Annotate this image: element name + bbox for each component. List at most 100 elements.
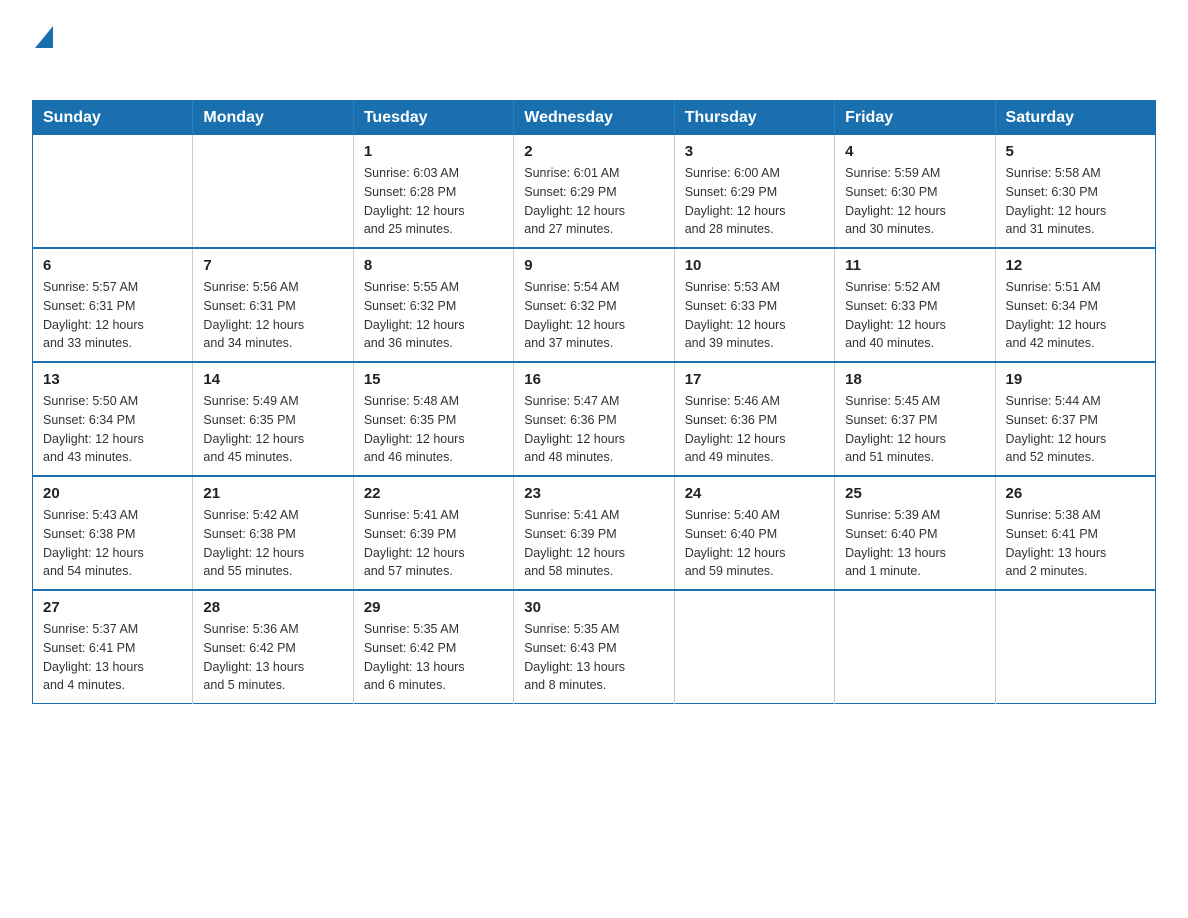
day-info: Sunrise: 6:01 AM Sunset: 6:29 PM Dayligh… bbox=[524, 164, 663, 239]
day-info: Sunrise: 5:52 AM Sunset: 6:33 PM Dayligh… bbox=[845, 278, 984, 353]
day-number: 27 bbox=[43, 599, 182, 616]
day-info: Sunrise: 5:38 AM Sunset: 6:41 PM Dayligh… bbox=[1006, 506, 1145, 581]
calendar-cell bbox=[674, 590, 834, 704]
calendar-cell: 14 Sunrise: 5:49 AM Sunset: 6:35 PM Dayli… bbox=[193, 362, 353, 476]
calendar-cell: 2 Sunrise: 6:01 AM Sunset: 6:29 PM Daylig… bbox=[514, 135, 674, 248]
day-info: Sunrise: 5:41 AM Sunset: 6:39 PM Dayligh… bbox=[364, 506, 503, 581]
calendar-week-5: 27 Sunrise: 5:37 AM Sunset: 6:41 PM Dayli… bbox=[33, 590, 1156, 704]
day-info: Sunrise: 5:49 AM Sunset: 6:35 PM Dayligh… bbox=[203, 392, 342, 467]
calendar-week-4: 20Sunrise: 5:43 AM Sunset: 6:38 PM Dayli… bbox=[33, 476, 1156, 590]
day-number: 25 bbox=[845, 485, 984, 502]
calendar-body: 1 Sunrise: 6:03 AM Sunset: 6:28 PM Daylig… bbox=[33, 135, 1156, 704]
calendar-cell: 26Sunrise: 5:38 AM Sunset: 6:41 PM Dayli… bbox=[995, 476, 1155, 590]
day-number: 14 bbox=[203, 371, 342, 388]
calendar-cell: 30Sunrise: 5:35 AM Sunset: 6:43 PM Dayli… bbox=[514, 590, 674, 704]
day-number: 23 bbox=[524, 485, 663, 502]
logo-row2 bbox=[34, 53, 53, 84]
calendar-week-1: 1 Sunrise: 6:03 AM Sunset: 6:28 PM Daylig… bbox=[33, 135, 1156, 248]
header-day-sunday: Sunday bbox=[33, 101, 193, 136]
day-info: Sunrise: 5:44 AM Sunset: 6:37 PM Dayligh… bbox=[1006, 392, 1145, 467]
day-number: 18 bbox=[845, 371, 984, 388]
header-day-thursday: Thursday bbox=[674, 101, 834, 136]
day-info: Sunrise: 6:00 AM Sunset: 6:29 PM Dayligh… bbox=[685, 164, 824, 239]
day-number: 21 bbox=[203, 485, 342, 502]
day-number: 15 bbox=[364, 371, 503, 388]
day-number: 17 bbox=[685, 371, 824, 388]
day-number: 4 bbox=[845, 143, 984, 160]
calendar-cell: 13 Sunrise: 5:50 AM Sunset: 6:34 PM Dayli… bbox=[33, 362, 193, 476]
day-info: Sunrise: 5:40 AM Sunset: 6:40 PM Dayligh… bbox=[685, 506, 824, 581]
day-number: 3 bbox=[685, 143, 824, 160]
calendar-cell: 25 Sunrise: 5:39 AM Sunset: 6:40 PM Dayli… bbox=[835, 476, 995, 590]
day-info: Sunrise: 5:59 AM Sunset: 6:30 PM Dayligh… bbox=[845, 164, 984, 239]
day-number: 24 bbox=[685, 485, 824, 502]
calendar-cell bbox=[193, 135, 353, 248]
logo-row1 bbox=[32, 24, 53, 53]
calendar-cell: 4 Sunrise: 5:59 AM Sunset: 6:30 PM Daylig… bbox=[835, 135, 995, 248]
calendar-cell: 17 Sunrise: 5:46 AM Sunset: 6:36 PM Dayli… bbox=[674, 362, 834, 476]
calendar-cell: 19 Sunrise: 5:44 AM Sunset: 6:37 PM Dayli… bbox=[995, 362, 1155, 476]
calendar-cell: 8 Sunrise: 5:55 AM Sunset: 6:32 PM Daylig… bbox=[353, 248, 513, 362]
calendar-cell: 23 Sunrise: 5:41 AM Sunset: 6:39 PM Dayli… bbox=[514, 476, 674, 590]
day-info: Sunrise: 5:56 AM Sunset: 6:31 PM Dayligh… bbox=[203, 278, 342, 353]
calendar-cell: 6Sunrise: 5:57 AM Sunset: 6:31 PM Daylig… bbox=[33, 248, 193, 362]
day-info: Sunrise: 5:50 AM Sunset: 6:34 PM Dayligh… bbox=[43, 392, 182, 467]
day-info: Sunrise: 5:51 AM Sunset: 6:34 PM Dayligh… bbox=[1006, 278, 1145, 353]
calendar-cell: 12 Sunrise: 5:51 AM Sunset: 6:34 PM Dayli… bbox=[995, 248, 1155, 362]
day-info: Sunrise: 5:58 AM Sunset: 6:30 PM Dayligh… bbox=[1006, 164, 1145, 239]
day-number: 11 bbox=[845, 257, 984, 274]
day-number: 1 bbox=[364, 143, 503, 160]
day-number: 5 bbox=[1006, 143, 1145, 160]
day-number: 7 bbox=[203, 257, 342, 274]
day-number: 2 bbox=[524, 143, 663, 160]
day-info: Sunrise: 5:48 AM Sunset: 6:35 PM Dayligh… bbox=[364, 392, 503, 467]
day-number: 12 bbox=[1006, 257, 1145, 274]
header-day-friday: Friday bbox=[835, 101, 995, 136]
calendar-cell: 16Sunrise: 5:47 AM Sunset: 6:36 PM Dayli… bbox=[514, 362, 674, 476]
day-info: Sunrise: 5:43 AM Sunset: 6:38 PM Dayligh… bbox=[43, 506, 182, 581]
calendar-cell: 11 Sunrise: 5:52 AM Sunset: 6:33 PM Dayli… bbox=[835, 248, 995, 362]
calendar-cell: 28 Sunrise: 5:36 AM Sunset: 6:42 PM Dayli… bbox=[193, 590, 353, 704]
calendar-header: SundayMondayTuesdayWednesdayThursdayFrid… bbox=[33, 101, 1156, 136]
day-number: 8 bbox=[364, 257, 503, 274]
day-info: Sunrise: 5:39 AM Sunset: 6:40 PM Dayligh… bbox=[845, 506, 984, 581]
day-info: Sunrise: 5:42 AM Sunset: 6:38 PM Dayligh… bbox=[203, 506, 342, 581]
day-info: Sunrise: 5:46 AM Sunset: 6:36 PM Dayligh… bbox=[685, 392, 824, 467]
calendar-cell: 7 Sunrise: 5:56 AM Sunset: 6:31 PM Daylig… bbox=[193, 248, 353, 362]
calendar-header-row: SundayMondayTuesdayWednesdayThursdayFrid… bbox=[33, 101, 1156, 136]
calendar-cell: 21 Sunrise: 5:42 AM Sunset: 6:38 PM Dayli… bbox=[193, 476, 353, 590]
calendar-cell: 9 Sunrise: 5:54 AM Sunset: 6:32 PM Daylig… bbox=[514, 248, 674, 362]
header-day-saturday: Saturday bbox=[995, 101, 1155, 136]
day-info: Sunrise: 5:36 AM Sunset: 6:42 PM Dayligh… bbox=[203, 620, 342, 695]
day-number: 29 bbox=[364, 599, 503, 616]
day-number: 19 bbox=[1006, 371, 1145, 388]
day-info: Sunrise: 5:47 AM Sunset: 6:36 PM Dayligh… bbox=[524, 392, 663, 467]
calendar-cell: 22Sunrise: 5:41 AM Sunset: 6:39 PM Dayli… bbox=[353, 476, 513, 590]
day-info: Sunrise: 5:55 AM Sunset: 6:32 PM Dayligh… bbox=[364, 278, 503, 353]
day-number: 9 bbox=[524, 257, 663, 274]
calendar-cell bbox=[995, 590, 1155, 704]
day-info: Sunrise: 6:03 AM Sunset: 6:28 PM Dayligh… bbox=[364, 164, 503, 239]
calendar-week-3: 13 Sunrise: 5:50 AM Sunset: 6:34 PM Dayli… bbox=[33, 362, 1156, 476]
calendar-cell bbox=[835, 590, 995, 704]
day-info: Sunrise: 5:35 AM Sunset: 6:43 PM Dayligh… bbox=[524, 620, 663, 695]
calendar-cell bbox=[33, 135, 193, 248]
calendar-cell: 10Sunrise: 5:53 AM Sunset: 6:33 PM Dayli… bbox=[674, 248, 834, 362]
page-header bbox=[32, 24, 1156, 84]
day-info: Sunrise: 5:54 AM Sunset: 6:32 PM Dayligh… bbox=[524, 278, 663, 353]
calendar-cell: 1 Sunrise: 6:03 AM Sunset: 6:28 PM Daylig… bbox=[353, 135, 513, 248]
day-number: 13 bbox=[43, 371, 182, 388]
day-info: Sunrise: 5:45 AM Sunset: 6:37 PM Dayligh… bbox=[845, 392, 984, 467]
calendar-week-2: 6Sunrise: 5:57 AM Sunset: 6:31 PM Daylig… bbox=[33, 248, 1156, 362]
header-day-monday: Monday bbox=[193, 101, 353, 136]
day-info: Sunrise: 5:41 AM Sunset: 6:39 PM Dayligh… bbox=[524, 506, 663, 581]
day-number: 28 bbox=[203, 599, 342, 616]
day-number: 6 bbox=[43, 257, 182, 274]
calendar-table: SundayMondayTuesdayWednesdayThursdayFrid… bbox=[32, 100, 1156, 704]
calendar-cell: 3 Sunrise: 6:00 AM Sunset: 6:29 PM Daylig… bbox=[674, 135, 834, 248]
calendar-cell: 24 Sunrise: 5:40 AM Sunset: 6:40 PM Dayli… bbox=[674, 476, 834, 590]
logo-triangle-icon bbox=[35, 26, 53, 53]
logo bbox=[32, 24, 53, 84]
day-info: Sunrise: 5:53 AM Sunset: 6:33 PM Dayligh… bbox=[685, 278, 824, 353]
day-info: Sunrise: 5:37 AM Sunset: 6:41 PM Dayligh… bbox=[43, 620, 182, 695]
